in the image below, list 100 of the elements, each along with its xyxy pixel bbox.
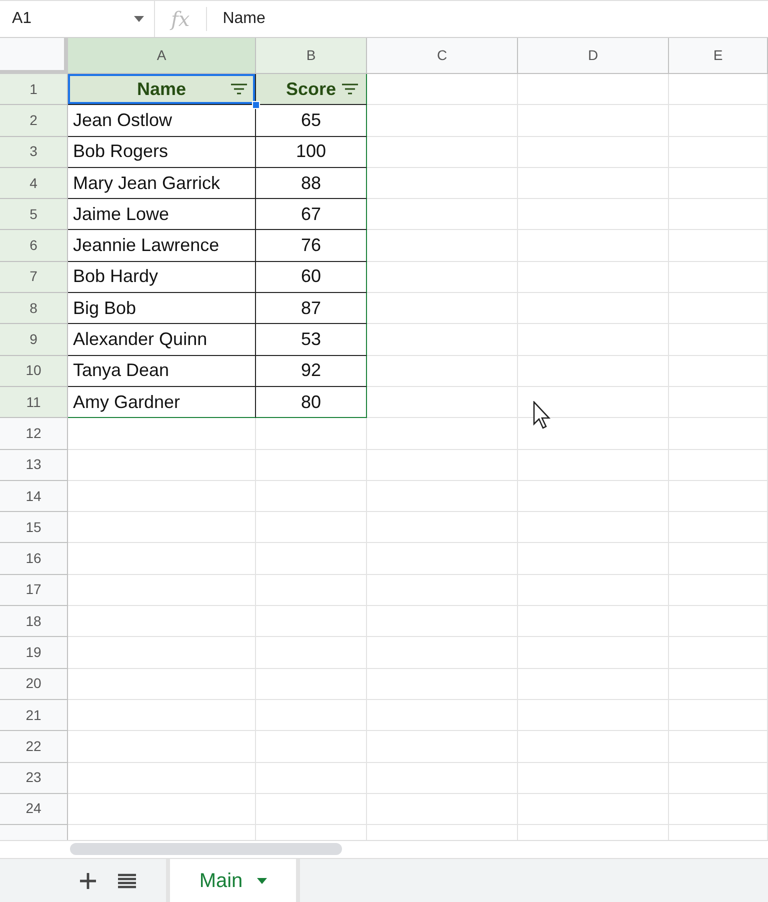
empty-cell[interactable] bbox=[367, 450, 518, 481]
formula-field[interactable]: Name bbox=[206, 7, 266, 31]
empty-cell[interactable] bbox=[367, 606, 518, 638]
caret-icon[interactable] bbox=[256, 878, 267, 884]
column-header[interactable]: B bbox=[256, 38, 367, 74]
empty-cell[interactable] bbox=[367, 543, 518, 575]
row-number[interactable]: 17 bbox=[0, 574, 68, 606]
empty-cell[interactable] bbox=[367, 794, 518, 826]
empty-cell[interactable] bbox=[367, 418, 518, 450]
empty-cell[interactable] bbox=[669, 606, 768, 638]
empty-cell[interactable] bbox=[367, 168, 518, 200]
empty-cell[interactable] bbox=[518, 199, 669, 230]
empty-cell[interactable] bbox=[367, 731, 518, 763]
empty-cell[interactable] bbox=[367, 668, 518, 700]
empty-cell[interactable] bbox=[256, 606, 367, 638]
empty-cell[interactable] bbox=[367, 480, 518, 512]
fill-handle[interactable] bbox=[252, 101, 260, 110]
empty-cell[interactable] bbox=[669, 794, 768, 826]
empty-cell[interactable] bbox=[256, 543, 367, 575]
empty-cell[interactable] bbox=[669, 418, 768, 450]
column-header[interactable]: A bbox=[68, 38, 256, 74]
filter-icon[interactable] bbox=[231, 84, 247, 95]
row-number[interactable]: 9 bbox=[0, 324, 68, 356]
empty-cell[interactable] bbox=[518, 637, 669, 669]
empty-cell[interactable] bbox=[518, 230, 669, 262]
row-number[interactable]: 3 bbox=[0, 136, 68, 168]
empty-cell[interactable] bbox=[518, 762, 669, 794]
empty-cell[interactable] bbox=[518, 731, 669, 763]
empty-cell[interactable] bbox=[669, 668, 768, 700]
empty-cell[interactable] bbox=[518, 136, 669, 168]
row-number[interactable]: 13 bbox=[0, 450, 68, 481]
empty-cell[interactable] bbox=[518, 794, 669, 826]
empty-cell[interactable] bbox=[256, 480, 367, 512]
empty-cell[interactable] bbox=[518, 262, 669, 294]
empty-cell[interactable] bbox=[669, 199, 768, 230]
empty-cell[interactable] bbox=[518, 512, 669, 544]
empty-cell[interactable] bbox=[256, 794, 367, 826]
row-number[interactable]: 2 bbox=[0, 105, 68, 137]
empty-cell[interactable] bbox=[367, 637, 518, 669]
empty-cell[interactable] bbox=[367, 762, 518, 794]
empty-cell[interactable] bbox=[518, 324, 669, 356]
empty-cell[interactable] bbox=[256, 731, 367, 763]
empty-cell[interactable] bbox=[367, 700, 518, 732]
empty-cell[interactable] bbox=[669, 324, 768, 356]
row-number[interactable]: 18 bbox=[0, 606, 68, 638]
empty-cell[interactable] bbox=[518, 450, 669, 481]
empty-cell[interactable] bbox=[367, 230, 518, 262]
empty-cell[interactable] bbox=[669, 637, 768, 669]
empty-cell[interactable] bbox=[256, 700, 367, 732]
empty-cell[interactable] bbox=[518, 480, 669, 512]
empty-cell[interactable] bbox=[669, 356, 768, 387]
empty-cell[interactable] bbox=[367, 574, 518, 606]
row-number[interactable]: 14 bbox=[0, 480, 68, 512]
row-number[interactable]: 7 bbox=[0, 262, 68, 294]
empty-cell[interactable] bbox=[518, 668, 669, 700]
empty-cell[interactable] bbox=[256, 637, 367, 669]
row-number[interactable]: 1 bbox=[0, 74, 68, 106]
filter-icon[interactable] bbox=[342, 84, 358, 95]
empty-cell[interactable] bbox=[669, 700, 768, 732]
empty-cell[interactable] bbox=[518, 606, 669, 638]
row-number[interactable]: 16 bbox=[0, 543, 68, 575]
empty-cell[interactable] bbox=[256, 512, 367, 544]
sheet-list-icon[interactable] bbox=[118, 872, 136, 888]
empty-cell[interactable] bbox=[367, 105, 518, 137]
row-number[interactable]: 22 bbox=[0, 731, 68, 763]
row-number[interactable]: 24 bbox=[0, 794, 68, 826]
empty-cell[interactable] bbox=[367, 199, 518, 230]
empty-cell[interactable] bbox=[518, 574, 669, 606]
empty-cell[interactable] bbox=[367, 293, 518, 324]
row-number[interactable]: 8 bbox=[0, 293, 68, 324]
row-number[interactable]: 12 bbox=[0, 418, 68, 450]
empty-cell[interactable] bbox=[669, 731, 768, 763]
empty-cell[interactable] bbox=[367, 386, 518, 418]
empty-cell[interactable] bbox=[669, 74, 768, 106]
row-number[interactable]: 5 bbox=[0, 199, 68, 230]
empty-cell[interactable] bbox=[669, 168, 768, 200]
scrollbar-thumb[interactable] bbox=[70, 843, 342, 855]
select-all-corner[interactable] bbox=[0, 38, 68, 74]
empty-cell[interactable] bbox=[669, 136, 768, 168]
empty-cell[interactable] bbox=[256, 762, 367, 794]
empty-cell[interactable] bbox=[669, 386, 768, 418]
column-header[interactable]: C bbox=[367, 38, 518, 74]
empty-cell[interactable] bbox=[669, 512, 768, 544]
row-number[interactable]: 15 bbox=[0, 512, 68, 544]
row-number[interactable]: 6 bbox=[0, 230, 68, 262]
empty-cell[interactable] bbox=[669, 262, 768, 294]
name-box[interactable]: A1 bbox=[0, 1, 155, 37]
empty-cell[interactable] bbox=[518, 543, 669, 575]
empty-cell[interactable] bbox=[669, 450, 768, 481]
empty-cell[interactable] bbox=[518, 293, 669, 324]
add-sheet-icon[interactable] bbox=[80, 872, 96, 888]
row-number[interactable]: 11 bbox=[0, 386, 68, 418]
empty-cell[interactable] bbox=[367, 512, 518, 544]
empty-cell[interactable] bbox=[518, 356, 669, 387]
empty-cell[interactable] bbox=[367, 356, 518, 387]
empty-cell[interactable] bbox=[669, 230, 768, 262]
empty-cell[interactable] bbox=[256, 668, 367, 700]
row-number[interactable]: 20 bbox=[0, 668, 68, 700]
empty-cell[interactable] bbox=[256, 574, 367, 606]
row-number[interactable]: 4 bbox=[0, 168, 68, 200]
